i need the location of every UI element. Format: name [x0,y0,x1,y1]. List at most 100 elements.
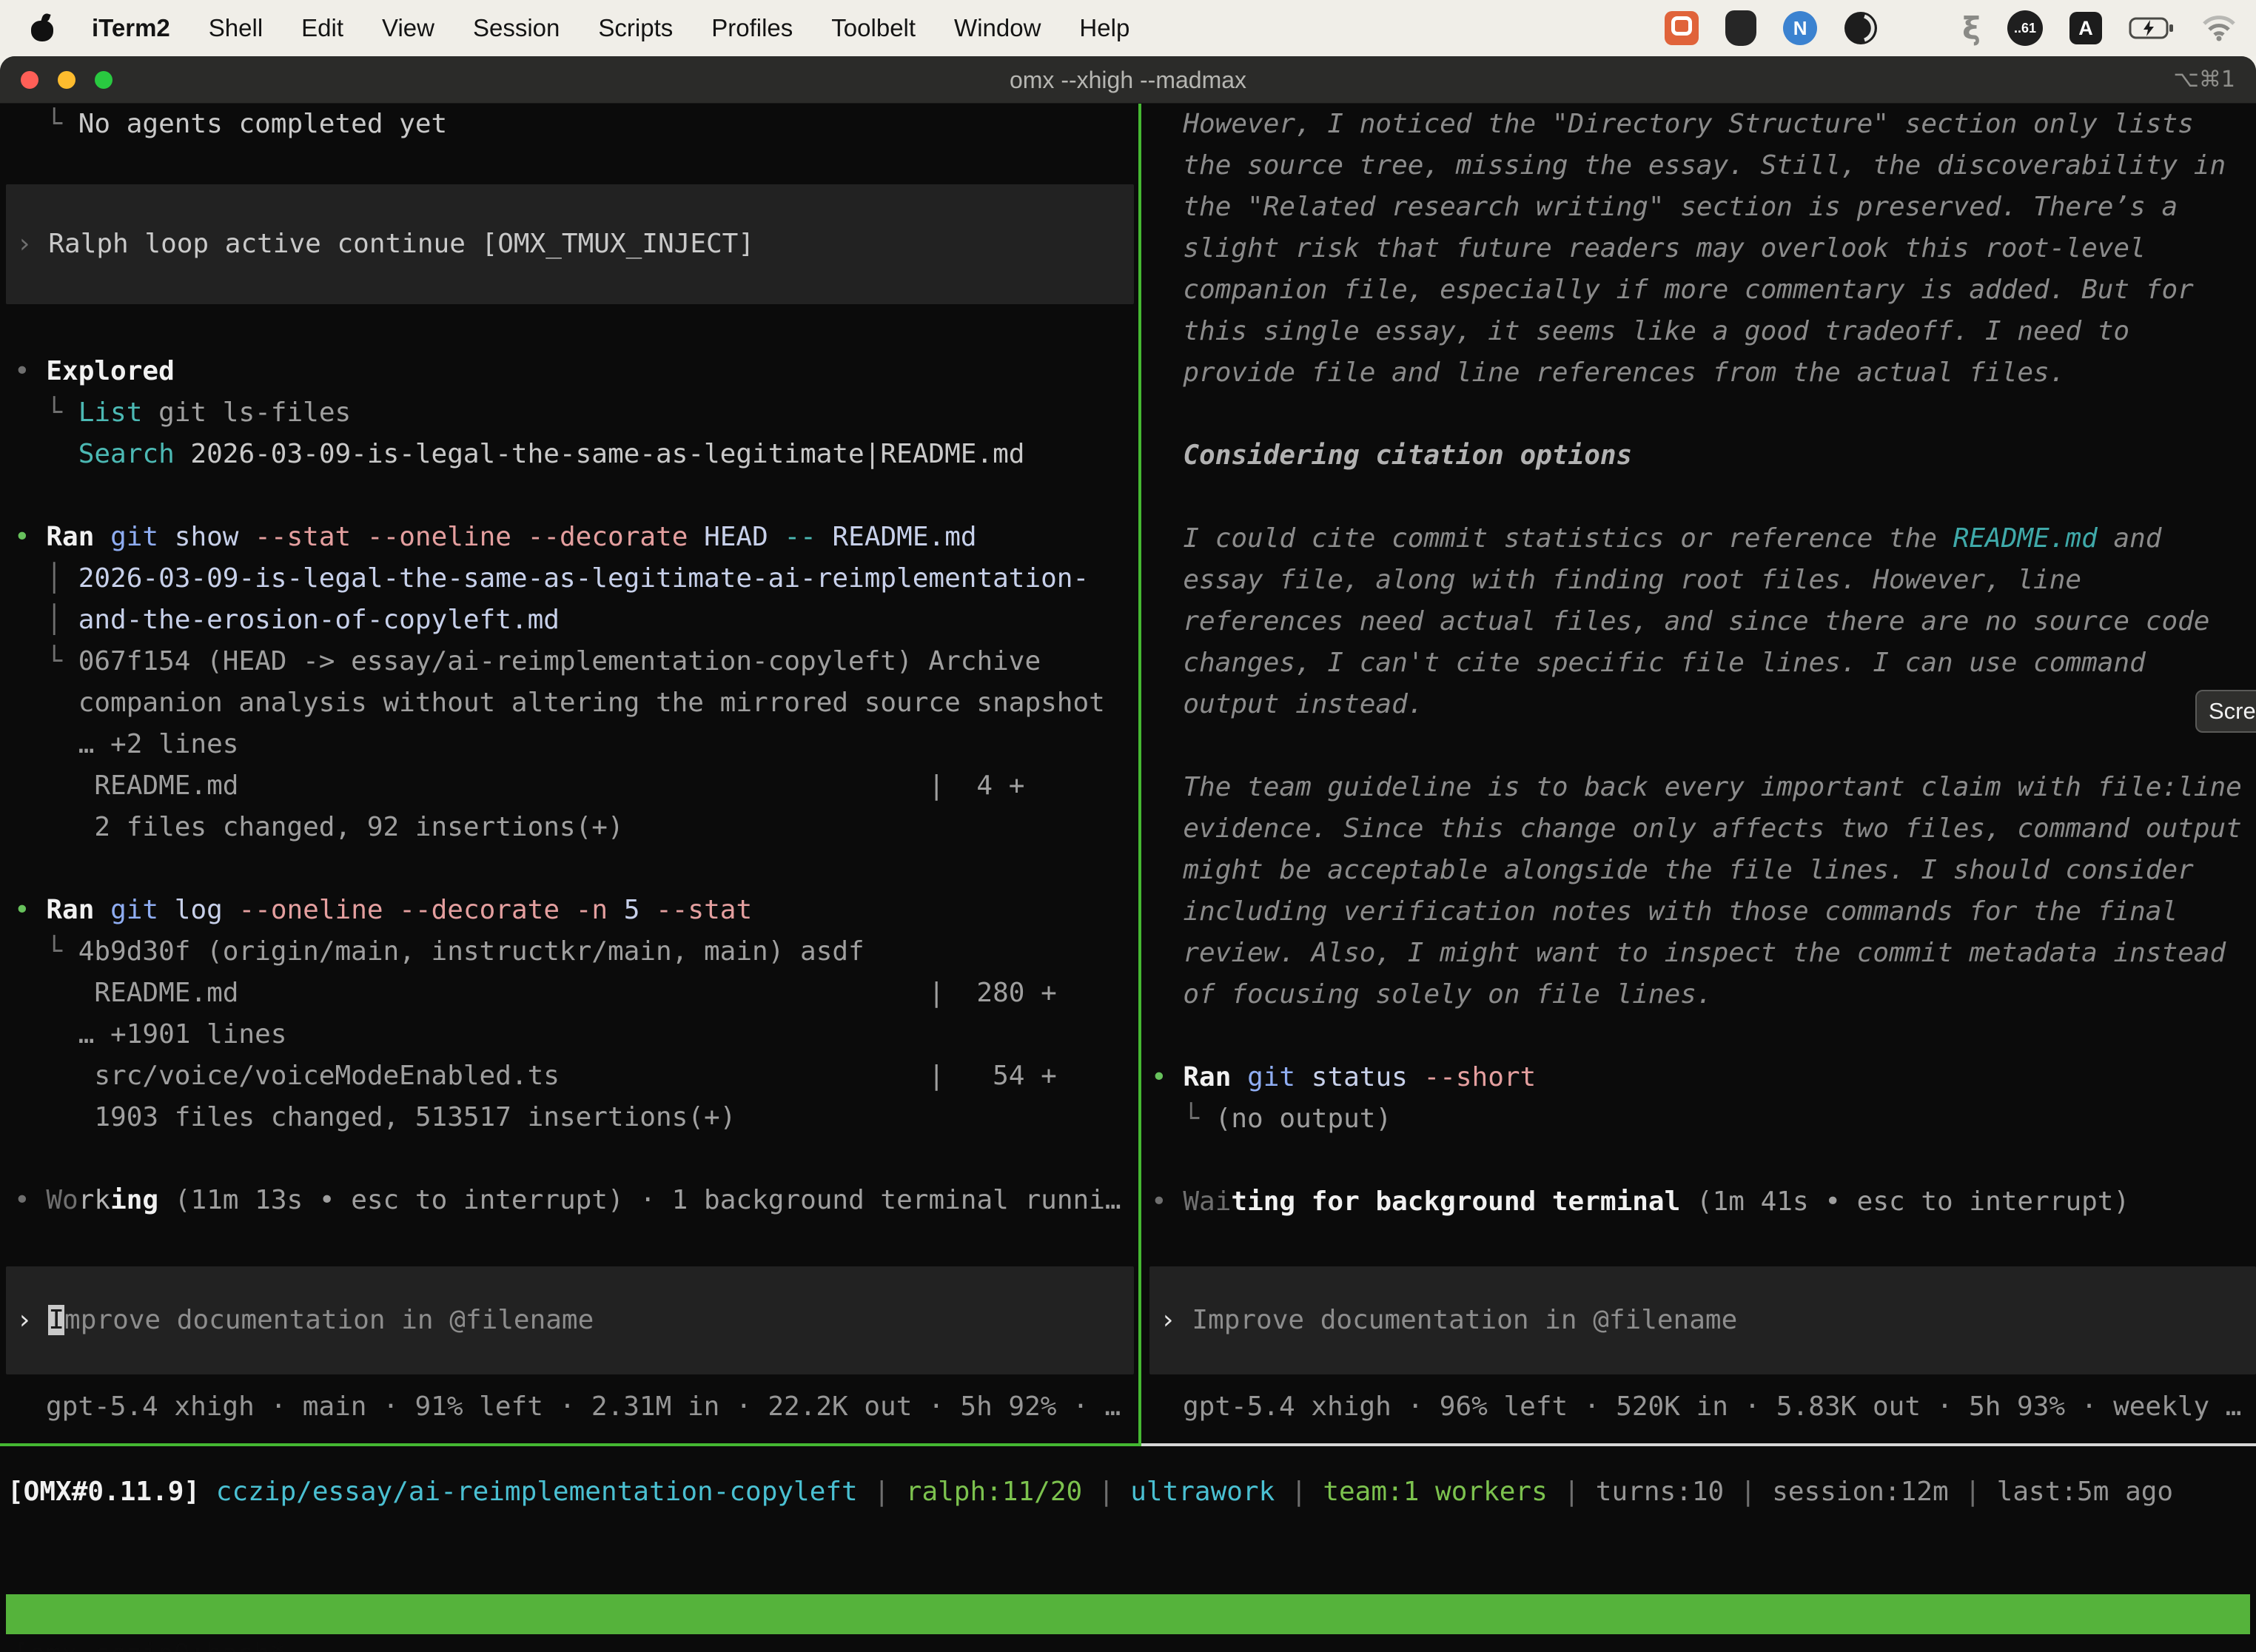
menu-item-toolbelt[interactable]: Toolbelt [831,14,916,42]
terminal-line [1151,1140,2256,1181]
terminal-line: companion analysis without altering the … [14,682,1138,724]
terminal-line: … +1901 lines [14,1014,1138,1055]
menu-item-window[interactable]: Window [954,14,1041,42]
terminal-line: … +2 lines [14,724,1138,765]
terminal-line: › Improve documentation in @filename [16,1300,594,1341]
window-title: omx --xhigh --madmax [0,56,2256,104]
terminal-line [1151,1015,2256,1057]
terminal-line: • Waiting for background terminal (1m 41… [1151,1181,2256,1223]
left-pane-bottom-border [0,1443,1140,1446]
terminal-line: src/voice/voiceModeEnabled.ts | 54 + [14,1055,1138,1097]
terminal-line: this single essay, it seems like a good … [1151,311,2256,352]
terminal-line: references need actual files, and since … [1151,601,2256,642]
menu-item-scripts[interactable]: Scripts [598,14,673,42]
menu-item-shell[interactable]: Shell [209,14,263,42]
terminal-line: [OMX#0.11.9] cczip/essay/ai-reimplementa… [7,1471,2173,1513]
terminal-line: › Ralph loop active continue [OMX_TMUX_I… [16,224,754,265]
terminal-line [1151,725,2256,767]
terminal-line: │ 2026-03-09-is-legal-the-same-as-legiti… [14,558,1138,600]
terminal-line: of focusing solely on file lines. [1151,974,2256,1015]
terminal: └ No agents completed yet › Ralph loop a… [0,104,2256,1652]
battery-icon[interactable] [2129,16,2175,40]
right-pane-bottom-border [1141,1443,2256,1446]
apple-logo-body [31,21,53,41]
right-prompt-input[interactable]: › Improve documentation in @filename [1149,1266,2256,1374]
wifi-icon[interactable] [2201,15,2237,41]
menu-bar-tray: N ξ ..61 A [1665,10,2237,47]
terminal-line: README.md | 280 + [14,973,1138,1014]
terminal-line: 2 files changed, 92 insertions(+) [14,807,1138,848]
tmux-status-bar: [omx-cczip0:bash* "MacBook-Pro-44.local"… [6,1594,2250,1634]
dark-circle-icon[interactable] [1844,11,1878,45]
screen-overlay-tooltip[interactable]: Scre [2195,690,2256,733]
screen: iTerm2 Shell Edit View Session Scripts P… [0,0,2256,1652]
right-pane[interactable]: However, I noticed the "Directory Struct… [1142,104,2256,1446]
apple-menu-icon[interactable] [31,15,53,41]
terminal-line: • Ran git show --stat --oneline --decora… [14,517,1138,558]
terminal-line: │ and-the-erosion-of-copyleft.md [14,600,1138,641]
omx-status-line: [OMX#0.11.9] cczip/essay/ai-reimplementa… [7,1471,2173,1513]
terminal-line: evidence. Since this change only affects… [1151,808,2256,850]
window-shortcut-badge: ⌥⌘1 [2173,56,2235,104]
terminal-line: the "Related research writing" section i… [1151,187,2256,228]
menu-item-session[interactable]: Session [473,14,560,42]
letter-a-icon[interactable]: A [2069,12,2102,44]
right-pane-log: However, I noticed the "Directory Struct… [1142,104,2256,1223]
terminal-line: the source tree, missing the essay. Stil… [1151,145,2256,187]
terminal-line: └ List git ls-files [14,392,1138,434]
terminal-line: README.md | 4 + [14,765,1138,807]
left-model-status: gpt-5.4 xhigh · main · 91% left · 2.31M … [46,1386,1121,1428]
terminal-line: The team guideline is to back every impo… [1151,767,2256,808]
left-pane[interactable]: └ No agents completed yet › Ralph loop a… [0,104,1138,1446]
terminal-line: • Working (11m 13s • esc to interrupt) ·… [14,1180,1138,1221]
left-pane-log: • Explored └ List git ls-files Search 20… [0,351,1138,1221]
squiggle-icon[interactable]: ξ [1962,10,1981,47]
terminal-line: └ (no output) [1151,1098,2256,1140]
right-model-status: gpt-5.4 xhigh · 96% left · 520K in · 5.8… [1183,1386,2241,1428]
shield-grid-icon[interactable] [1725,10,1756,46]
terminal-line: Search 2026-03-09-is-legal-the-same-as-l… [14,434,1138,475]
menu-item-view[interactable]: View [382,14,434,42]
terminal-line: I could cite commit statistics or refere… [1151,518,2256,560]
terminal-line [14,848,1138,890]
terminal-line: companion file, especially if more comme… [1151,269,2256,311]
iterm-window: omx --xhigh --madmax ⌥⌘1 └ No agents com… [0,56,2256,1652]
terminal-line: • Explored [14,351,1138,392]
ralph-loop-box: › Ralph loop active continue [OMX_TMUX_I… [6,184,1134,304]
badge-61-icon[interactable]: ..61 [2007,10,2043,46]
menu-item-profiles[interactable]: Profiles [711,14,793,42]
terminal-line: └ 4b9d30f (origin/main, instructkr/main,… [14,931,1138,973]
terminal-line: including verification notes with those … [1151,891,2256,933]
terminal-line: › Improve documentation in @filename [1160,1300,1737,1341]
terminal-line: └ No agents completed yet [14,104,1138,145]
terminal-line: • Ran git status --short [1151,1057,2256,1098]
terminal-line: └ 067f154 (HEAD -> essay/ai-reimplementa… [14,641,1138,682]
terminal-line: Considering citation options [1151,435,2256,477]
left-pane-top-lines: └ No agents completed yet [0,104,1138,145]
left-prompt-input[interactable]: › Improve documentation in @filename [6,1266,1134,1374]
terminal-line: 1903 files changed, 513517 insertions(+) [14,1097,1138,1138]
pane-divider[interactable] [1138,104,1141,1446]
title-bar[interactable]: omx --xhigh --madmax ⌥⌘1 [0,56,2256,104]
terminal-line: • Ran git log --oneline --decorate -n 5 … [14,890,1138,931]
menu-bar: iTerm2 Shell Edit View Session Scripts P… [0,0,2256,56]
terminal-line: slight risk that future readers may over… [1151,228,2256,269]
terminal-line [1151,394,2256,435]
menu-item-help[interactable]: Help [1079,14,1129,42]
terminal-line [1151,477,2256,518]
screenshot-app-icon[interactable] [1665,11,1699,45]
terminal-line: output instead. [1151,684,2256,725]
terminal-line: essay file, along with finding root file… [1151,560,2256,601]
terminal-line [14,475,1138,517]
tmux-session-name: [omx-cczip0:bash* [13,1634,286,1652]
terminal-line: provide file and line references from th… [1151,352,2256,394]
menu-item-edit[interactable]: Edit [301,14,343,42]
terminal-line: changes, I can't cite specific file line… [1151,642,2256,684]
dots-grid-icon[interactable] [1904,13,1936,44]
menu-items: iTerm2 Shell Edit View Session Scripts P… [92,14,1129,42]
terminal-line: might be acceptable alongside the file l… [1151,850,2256,891]
terminal-line: review. Also, I might want to inspect th… [1151,933,2256,974]
terminal-line: However, I noticed the "Directory Struct… [1151,104,2256,145]
menu-item-iterm2[interactable]: iTerm2 [92,14,170,42]
blue-app-icon[interactable]: N [1783,11,1817,45]
